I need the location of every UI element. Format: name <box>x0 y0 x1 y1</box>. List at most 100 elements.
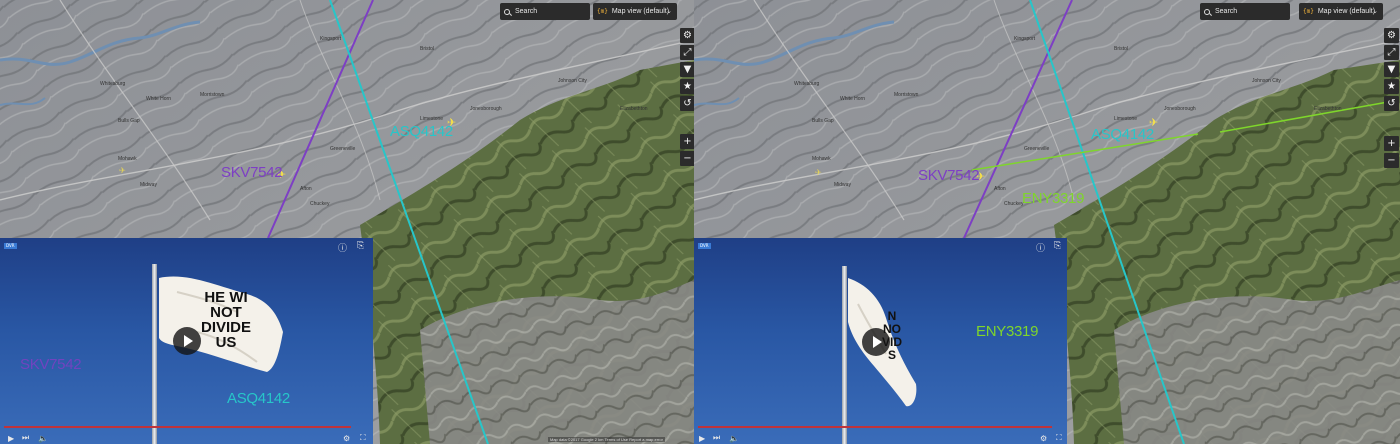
map-view-icon: {m} <box>1303 8 1314 15</box>
callsign-label-asq4142: ASQ4142 <box>1091 126 1154 143</box>
play-icon[interactable]: ▶ <box>8 434 14 443</box>
place-label-greeneville: Greeneville <box>1024 146 1050 152</box>
expand-icon[interactable]: ⤢ <box>1384 45 1399 60</box>
place-label-afton: Afton <box>994 186 1006 192</box>
play-icon[interactable]: ▶ <box>699 434 705 443</box>
map-view-dropdown[interactable]: {m} Map view (default) ⌄ <box>1299 3 1383 20</box>
volume-icon[interactable]: 🔈 <box>38 434 48 443</box>
place-label-morristown: Morristown <box>894 92 919 98</box>
place-label-elizabethton: Elizabethton <box>620 106 648 112</box>
video-overlay-asq4142: ASQ4142 <box>227 390 290 407</box>
place-label-limestone: Limestone <box>420 116 443 122</box>
star-icon[interactable]: ★ <box>1384 79 1399 94</box>
zoom-out-button[interactable]: − <box>1384 153 1399 168</box>
settings-icon[interactable]: ⚙ <box>1040 434 1047 443</box>
video-progress-bar[interactable] <box>698 426 1053 428</box>
search-input[interactable]: Search <box>1200 3 1290 20</box>
filter-icon[interactable]: ▼ <box>1384 62 1399 77</box>
aircraft-icon-small[interactable]: ✈ <box>119 166 126 175</box>
next-icon[interactable]: ⏭ <box>713 433 720 443</box>
map-view-label: Map view (default) <box>611 8 670 15</box>
place-label-white-horn: White Horn <box>146 96 171 102</box>
map-view-icon: {m} <box>597 8 608 15</box>
place-label-bulls-gap: Bulls Gap <box>812 118 834 124</box>
place-label-jonesborough: Jonesborough <box>1164 106 1196 112</box>
gear-icon[interactable]: ⚙ <box>680 28 694 43</box>
info-icon[interactable]: ⓘ <box>338 241 347 254</box>
callsign-label-eny3319: ENY3319 <box>1022 190 1085 207</box>
place-label-chuckey: Chuckey <box>310 201 330 207</box>
zoom-in-button[interactable]: + <box>1384 136 1399 151</box>
video-controls: ▶ ⏭ 🔈 ⚙ ⛶ <box>694 431 1067 444</box>
callsign-label-skv7542: SKV7542 <box>221 164 283 181</box>
place-label-kingsport: Kingsport <box>1014 36 1036 42</box>
place-label-mohawk: Mohawk <box>118 156 137 162</box>
search-icon <box>504 8 510 15</box>
history-icon[interactable]: ↺ <box>680 96 694 111</box>
video-player-right[interactable]: DVR ⓘ ⎘ N NO VID S ENY3319 ▶ ⏭ 🔈 ⚙ ⛶ <box>694 238 1067 444</box>
right-flight-map-panel: Johnson City Kingsport Greeneville Morri… <box>694 0 1400 444</box>
share-icon[interactable]: ⎘ <box>357 241 364 251</box>
video-progress-bar[interactable] <box>4 426 351 428</box>
place-label-bristol: Bristol <box>420 46 434 52</box>
fullscreen-icon[interactable]: ⛶ <box>360 433 366 443</box>
place-label-johnson-city: Johnson City <box>558 78 587 84</box>
place-label-white-horn: White Horn <box>840 96 865 102</box>
aircraft-icon-small[interactable]: ✈ <box>815 168 822 177</box>
settings-icon[interactable]: ⚙ <box>343 434 350 443</box>
place-label-mohawk: Mohawk <box>812 156 831 162</box>
left-flight-map-panel: Johnson City Kingsport Greeneville Morri… <box>0 0 694 444</box>
share-icon[interactable]: ⎘ <box>1054 241 1061 251</box>
play-button[interactable] <box>173 327 201 355</box>
expand-icon[interactable]: ⤢ <box>680 45 694 60</box>
map-view-label: Map view (default) <box>1317 8 1376 15</box>
zoom-controls: + − <box>1384 136 1399 168</box>
zoom-out-button[interactable]: − <box>680 151 694 166</box>
place-label-limestone: Limestone <box>1114 116 1137 122</box>
flag-text-line-2: NOT <box>210 304 242 321</box>
map-toolbar: ⚙ ⤢ ▼ ★ ↺ <box>1384 28 1399 111</box>
video-logo: DVR <box>698 243 711 249</box>
search-input[interactable]: Search <box>500 3 590 20</box>
flag-text-line-1: HE WI <box>204 289 248 306</box>
map-toolbar: ⚙ ⤢ ▼ ★ ↺ <box>680 28 694 111</box>
info-icon[interactable]: ⓘ <box>1036 241 1045 254</box>
map-view-dropdown[interactable]: {m} Map view (default) ⌄ <box>593 3 677 20</box>
video-overlay-skv7542: SKV7542 <box>20 356 82 373</box>
map-attribution: Map data ©2017 Google 2 km Terms of Use … <box>548 437 665 442</box>
search-placeholder: Search <box>515 8 538 15</box>
place-label-kingsport: Kingsport <box>320 36 342 42</box>
place-label-midway: Midway <box>140 182 157 188</box>
place-label-whitesburg: Whitesburg <box>100 81 126 87</box>
search-placeholder: Search <box>1215 8 1238 15</box>
video-logo: DVR <box>4 243 17 249</box>
chevron-down-icon: ⌄ <box>1372 8 1378 15</box>
place-label-bulls-gap: Bulls Gap <box>118 118 140 124</box>
video-overlay-eny3319: ENY3319 <box>976 323 1039 340</box>
next-icon[interactable]: ⏭ <box>22 433 29 443</box>
chevron-down-icon: ⌄ <box>666 8 672 15</box>
place-label-jonesborough: Jonesborough <box>470 106 502 112</box>
zoom-in-button[interactable]: + <box>680 134 694 149</box>
place-label-chuckey: Chuckey <box>1004 201 1024 207</box>
place-label-whitesburg: Whitesburg <box>794 81 820 87</box>
history-icon[interactable]: ↺ <box>1384 96 1399 111</box>
place-label-midway: Midway <box>834 182 851 188</box>
callsign-label-asq4142: ASQ4142 <box>390 123 453 140</box>
place-label-afton: Afton <box>300 186 312 192</box>
star-icon[interactable]: ★ <box>680 79 694 94</box>
volume-icon[interactable]: 🔈 <box>729 434 739 443</box>
gear-icon[interactable]: ⚙ <box>1384 28 1399 43</box>
place-label-greeneville: Greeneville <box>330 146 356 152</box>
place-label-morristown: Morristown <box>200 92 225 98</box>
video-controls: ▶ ⏭ 🔈 ⚙ ⛶ <box>0 431 373 444</box>
fullscreen-icon[interactable]: ⛶ <box>1056 433 1062 443</box>
filter-icon[interactable]: ▼ <box>680 62 694 77</box>
video-player-left[interactable]: DVR ⓘ ⎘ HE WI NOT DIVIDE US SKV7542 ASQ4… <box>0 238 373 444</box>
search-icon <box>1204 8 1210 15</box>
place-label-elizabethton: Elizabethton <box>1314 106 1342 112</box>
zoom-controls: + − <box>680 134 694 166</box>
callsign-label-skv7542: SKV7542 <box>918 167 980 184</box>
play-button[interactable] <box>862 328 890 356</box>
place-label-johnson-city: Johnson City <box>1252 78 1281 84</box>
